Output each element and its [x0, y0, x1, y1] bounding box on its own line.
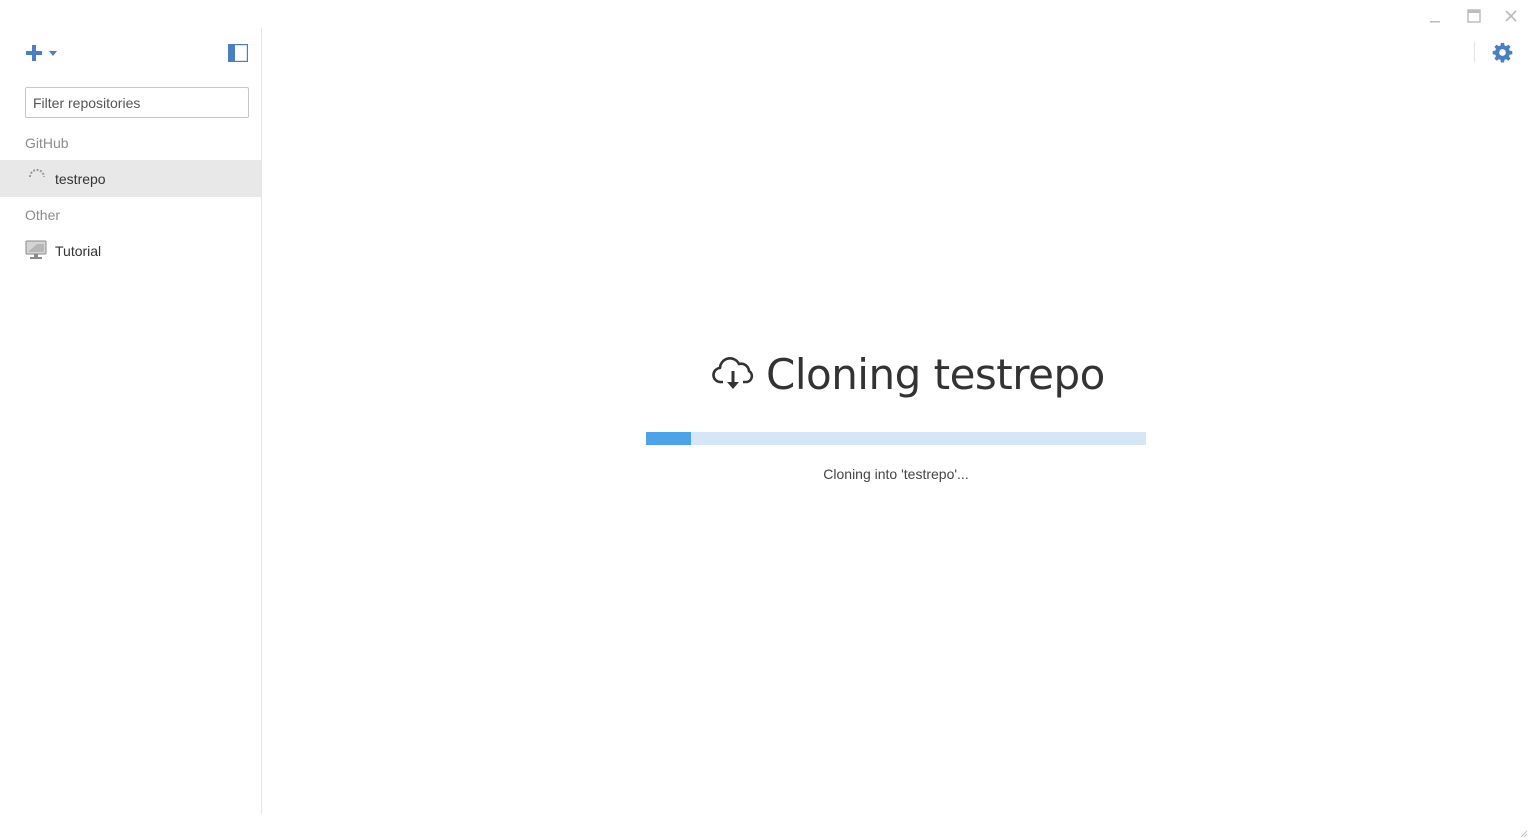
monitor-icon [25, 240, 47, 259]
minimize-icon[interactable] [1427, 8, 1443, 24]
toolbar-divider [1474, 42, 1475, 62]
group-header-github: GitHub [25, 135, 69, 151]
sidebar-toggle-icon[interactable] [228, 44, 248, 62]
group-header-other: Other [25, 207, 61, 223]
progress-fill [646, 432, 691, 445]
cloud-download-icon [712, 357, 754, 389]
clone-progress-bar [646, 432, 1146, 445]
sidebar: GitHub testrepo Other Tutorial [0, 28, 262, 814]
repo-item-label: testrepo [55, 170, 106, 187]
chevron-down-icon [49, 50, 57, 56]
repo-item-testrepo[interactable]: testrepo [0, 160, 261, 197]
filter-repositories-input[interactable] [25, 87, 249, 118]
plus-icon [25, 44, 43, 62]
clone-status-text: Cloning into 'testrepo'... [823, 466, 969, 482]
page-title: Cloning testrepo [766, 349, 1105, 399]
repo-item-label: Tutorial [55, 242, 102, 259]
close-icon[interactable] [1503, 8, 1519, 24]
gear-icon[interactable] [1492, 42, 1513, 63]
resize-grip-icon[interactable] [1518, 828, 1528, 838]
maximize-icon[interactable] [1466, 8, 1482, 24]
loading-spinner-icon [29, 169, 45, 178]
add-repository-button[interactable] [25, 42, 65, 64]
clone-title: Cloning testrepo [712, 346, 1105, 402]
repo-item-tutorial[interactable]: Tutorial [0, 232, 261, 269]
